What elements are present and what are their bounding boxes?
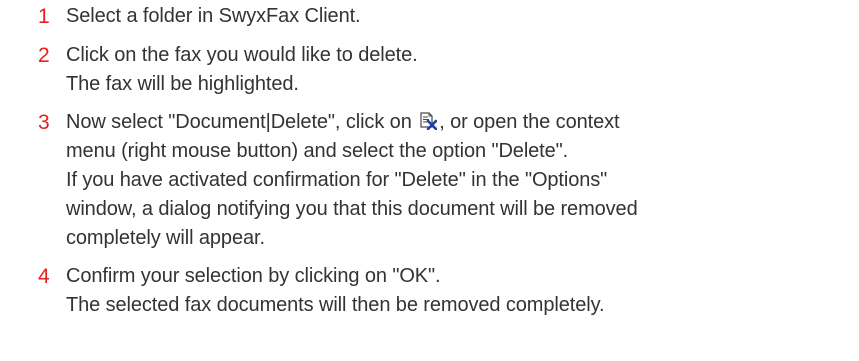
step-line: The fax will be highlighted. — [66, 73, 299, 95]
step-text: Select a folder in SwyxFax Client. — [66, 2, 856, 31]
step-line: completely will appear. — [66, 227, 265, 249]
step-text: Now select "Document|Delete", click on ,… — [66, 108, 856, 253]
step-line-text-after-icon: , or open the context — [439, 111, 620, 133]
step-number: 3 — [38, 111, 50, 134]
step-number: 1 — [38, 5, 50, 28]
step-number: 4 — [38, 265, 50, 288]
step-line: If you have activated confirmation for "… — [66, 169, 608, 191]
step-text: Confirm your selection by clicking on "O… — [66, 262, 856, 320]
step-line: Select a folder in SwyxFax Client. — [66, 5, 361, 27]
step-line: Click on the fax you would like to delet… — [66, 44, 418, 66]
step-line: Confirm your selection by clicking on "O… — [66, 265, 441, 287]
step-line: menu (right mouse button) and select the… — [66, 140, 569, 162]
step-line-text-before-icon: Now select "Document|Delete", click on — [66, 111, 412, 133]
step-line: The selected fax documents will then be … — [66, 294, 605, 316]
step-number: 2 — [38, 44, 50, 67]
step-line: Now select "Document|Delete", click on ,… — [66, 108, 856, 137]
step-line: window, a dialog notifying you that this… — [66, 198, 638, 220]
step-text: Click on the fax you would like to delet… — [66, 41, 856, 99]
delete-document-icon — [420, 112, 438, 130]
